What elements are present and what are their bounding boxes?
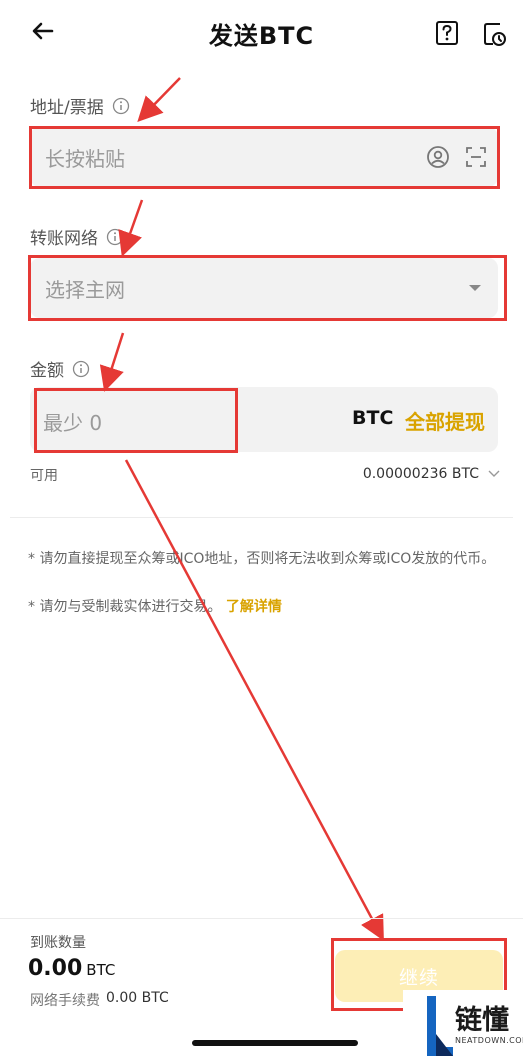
help-icon[interactable] (434, 20, 460, 48)
watermark-logo-icon (427, 996, 453, 1056)
highlight-box-network (28, 255, 507, 321)
amount-label: 金额 (30, 361, 64, 381)
available-label: 可用 (30, 468, 58, 484)
info-icon[interactable] (72, 360, 90, 378)
watermark-brand: 链懂 (455, 1005, 509, 1036)
fee-label: 网络手续费 (30, 993, 100, 1009)
address-label: 地址/票据 (30, 98, 104, 118)
arrow-to-address (137, 77, 181, 122)
highlight-box-address (29, 126, 500, 189)
footer-divider (0, 918, 523, 919)
send-btc-screen: 发送BTC 地址/票据 长按粘贴 转账网络 选择主网 金额 最少 0 BTC 全… (0, 0, 523, 1060)
history-icon[interactable] (482, 20, 508, 48)
highlight-box-amount (34, 388, 238, 453)
sanction-warning-note: * 请勿与受制裁实体进行交易。 了解详情 (28, 596, 282, 618)
network-label-row: 转账网络 (30, 224, 124, 249)
arrow-to-amount (99, 332, 125, 392)
received-currency: BTC (86, 961, 116, 979)
address-label-row: 地址/票据 (30, 93, 130, 118)
chevron-down-icon[interactable] (488, 470, 500, 478)
watermark-sub: NEATDOWN.COM (455, 1036, 523, 1045)
network-label: 转账网络 (30, 229, 98, 249)
received-amount: 0.00 (28, 956, 83, 981)
arrow-to-network (118, 199, 144, 257)
learn-more-link[interactable]: 了解详情 (226, 599, 282, 615)
received-amount-row: 0.00 BTC (28, 956, 115, 981)
available-value: 0.00000236 BTC (362, 466, 479, 482)
amount-label-row: 金额 (30, 356, 90, 381)
fee-value: 0.00 BTC (106, 990, 169, 1006)
amount-currency: BTC (352, 407, 394, 429)
info-icon[interactable] (106, 228, 124, 246)
sanction-warning-text: * 请勿与受制裁实体进行交易。 (28, 599, 222, 615)
info-icon[interactable] (112, 97, 130, 115)
home-indicator (192, 1040, 358, 1046)
arrow-to-continue (124, 459, 384, 942)
received-label: 到账数量 (30, 935, 86, 951)
withdraw-all-button[interactable]: 全部提现 (405, 406, 485, 435)
divider (10, 517, 513, 518)
ico-warning-note: * 请勿直接提现至众筹或ICO地址，否则将无法收到众筹或ICO发放的代币。 (28, 551, 496, 567)
watermark: 链懂 NEATDOWN.COM (403, 990, 523, 1060)
fee-row: 网络手续费 0.00 BTC (30, 990, 169, 1010)
